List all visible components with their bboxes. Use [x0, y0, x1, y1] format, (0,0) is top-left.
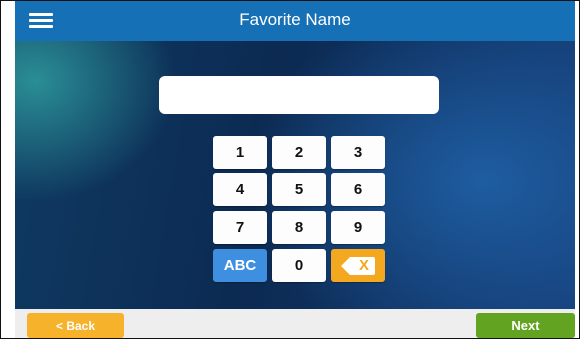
footer-bar: < Back Next [15, 309, 575, 338]
favorite-name-input[interactable] [159, 76, 439, 114]
keypad-key-4[interactable]: 4 [213, 173, 267, 206]
main-panel: 1 2 3 4 5 6 7 8 9 ABC 0 X [15, 41, 575, 309]
keypad-key-5[interactable]: 5 [272, 173, 326, 206]
keypad-key-1[interactable]: 1 [213, 136, 267, 169]
keypad-key-7[interactable]: 7 [213, 211, 267, 244]
header-bar: Favorite Name [15, 1, 575, 41]
backspace-icon-tip [341, 256, 350, 275]
keypad-key-9[interactable]: 9 [331, 211, 385, 244]
backspace-icon: X [341, 256, 375, 275]
next-button[interactable]: Next [476, 313, 575, 338]
keypad-key-8[interactable]: 8 [272, 211, 326, 244]
app-frame: Favorite Name 1 2 3 4 5 6 7 8 9 ABC 0 X … [0, 0, 580, 339]
page-title: Favorite Name [239, 10, 351, 29]
back-button[interactable]: < Back [27, 313, 124, 338]
keypad-backspace-button[interactable]: X [331, 249, 385, 282]
keypad-key-6[interactable]: 6 [331, 173, 385, 206]
keypad-key-2[interactable]: 2 [272, 136, 326, 169]
backspace-icon-x: X [358, 256, 369, 274]
keypad-key-0[interactable]: 0 [272, 249, 326, 282]
keypad-key-abc[interactable]: ABC [213, 249, 267, 282]
keypad-key-3[interactable]: 3 [331, 136, 385, 169]
